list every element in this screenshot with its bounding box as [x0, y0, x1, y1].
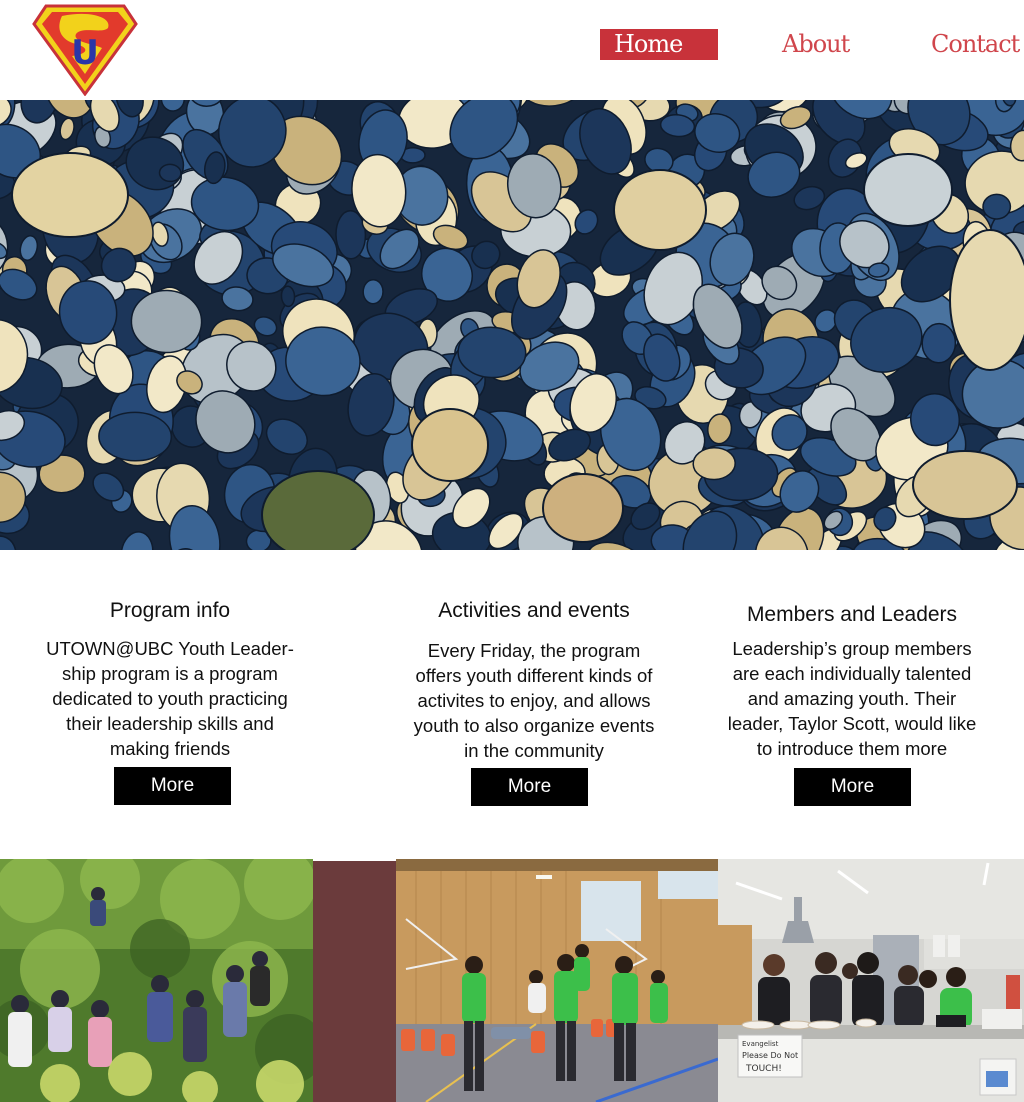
pebble-shape [949, 229, 1024, 371]
pebble-shape [11, 152, 129, 238]
pebble-shape [280, 285, 296, 308]
logo-icon[interactable]: U [32, 4, 138, 97]
activities-text: Every Friday, the program offers youth d… [413, 640, 655, 761]
pebble-shape [912, 450, 1018, 520]
svg-text:Please Do Not: Please Do Not [742, 1051, 798, 1060]
pebble-shape [863, 153, 953, 227]
nav-about[interactable]: About [782, 29, 900, 60]
program-info-text: UTOWN@UBC Youth Leader- ship program is … [46, 638, 294, 759]
pebble-shape [261, 470, 375, 550]
svg-text:U: U [71, 33, 99, 73]
pebble-shape [692, 446, 736, 481]
maroon-spacer-block [313, 861, 396, 1102]
hero-pebbles-image [0, 100, 1024, 550]
pebble-shape [98, 411, 173, 462]
members-section: Members and Leaders Leadership’s group m… [718, 596, 986, 761]
activities-section: Activities and events Every Friday, the … [398, 596, 670, 763]
gym-activity-photo [396, 859, 718, 1102]
members-text: Leadership’s group members are each indi… [727, 638, 977, 759]
pebble-shape [158, 163, 182, 183]
pebble-shape [120, 531, 154, 550]
svg-text:TOUCH!: TOUCH! [745, 1064, 782, 1074]
members-title: Members and Leaders [746, 603, 958, 626]
program-info-title: Program info [109, 599, 231, 622]
pebble-shape [19, 235, 39, 261]
activities-title: Activities and events [438, 599, 630, 622]
program-info-more-button[interactable]: More [114, 767, 231, 805]
activities-more-button[interactable]: More [471, 768, 588, 806]
pebble-shape [613, 169, 707, 251]
pebble-shape [982, 193, 1012, 220]
nav-home[interactable]: Home [600, 29, 718, 60]
nav-contact[interactable]: Contact [931, 29, 1024, 60]
pebble-shape [921, 322, 957, 364]
svg-text:Evangelist: Evangelist [742, 1040, 779, 1048]
pebble-shape [362, 278, 384, 305]
program-info-section: Program info UTOWN@UBC Youth Leader- shi… [40, 596, 300, 761]
pebble-shape [160, 100, 185, 112]
pebble-shape [59, 117, 75, 141]
pebble-shape [542, 473, 624, 543]
site-header: U Home About Contact [0, 0, 1024, 100]
kitchen-team-photo: Evangelist Please Do Not TOUCH! [718, 859, 1024, 1102]
members-more-button[interactable]: More [794, 768, 911, 806]
pebble-shape [411, 408, 489, 482]
forest-hike-photo [0, 859, 313, 1102]
